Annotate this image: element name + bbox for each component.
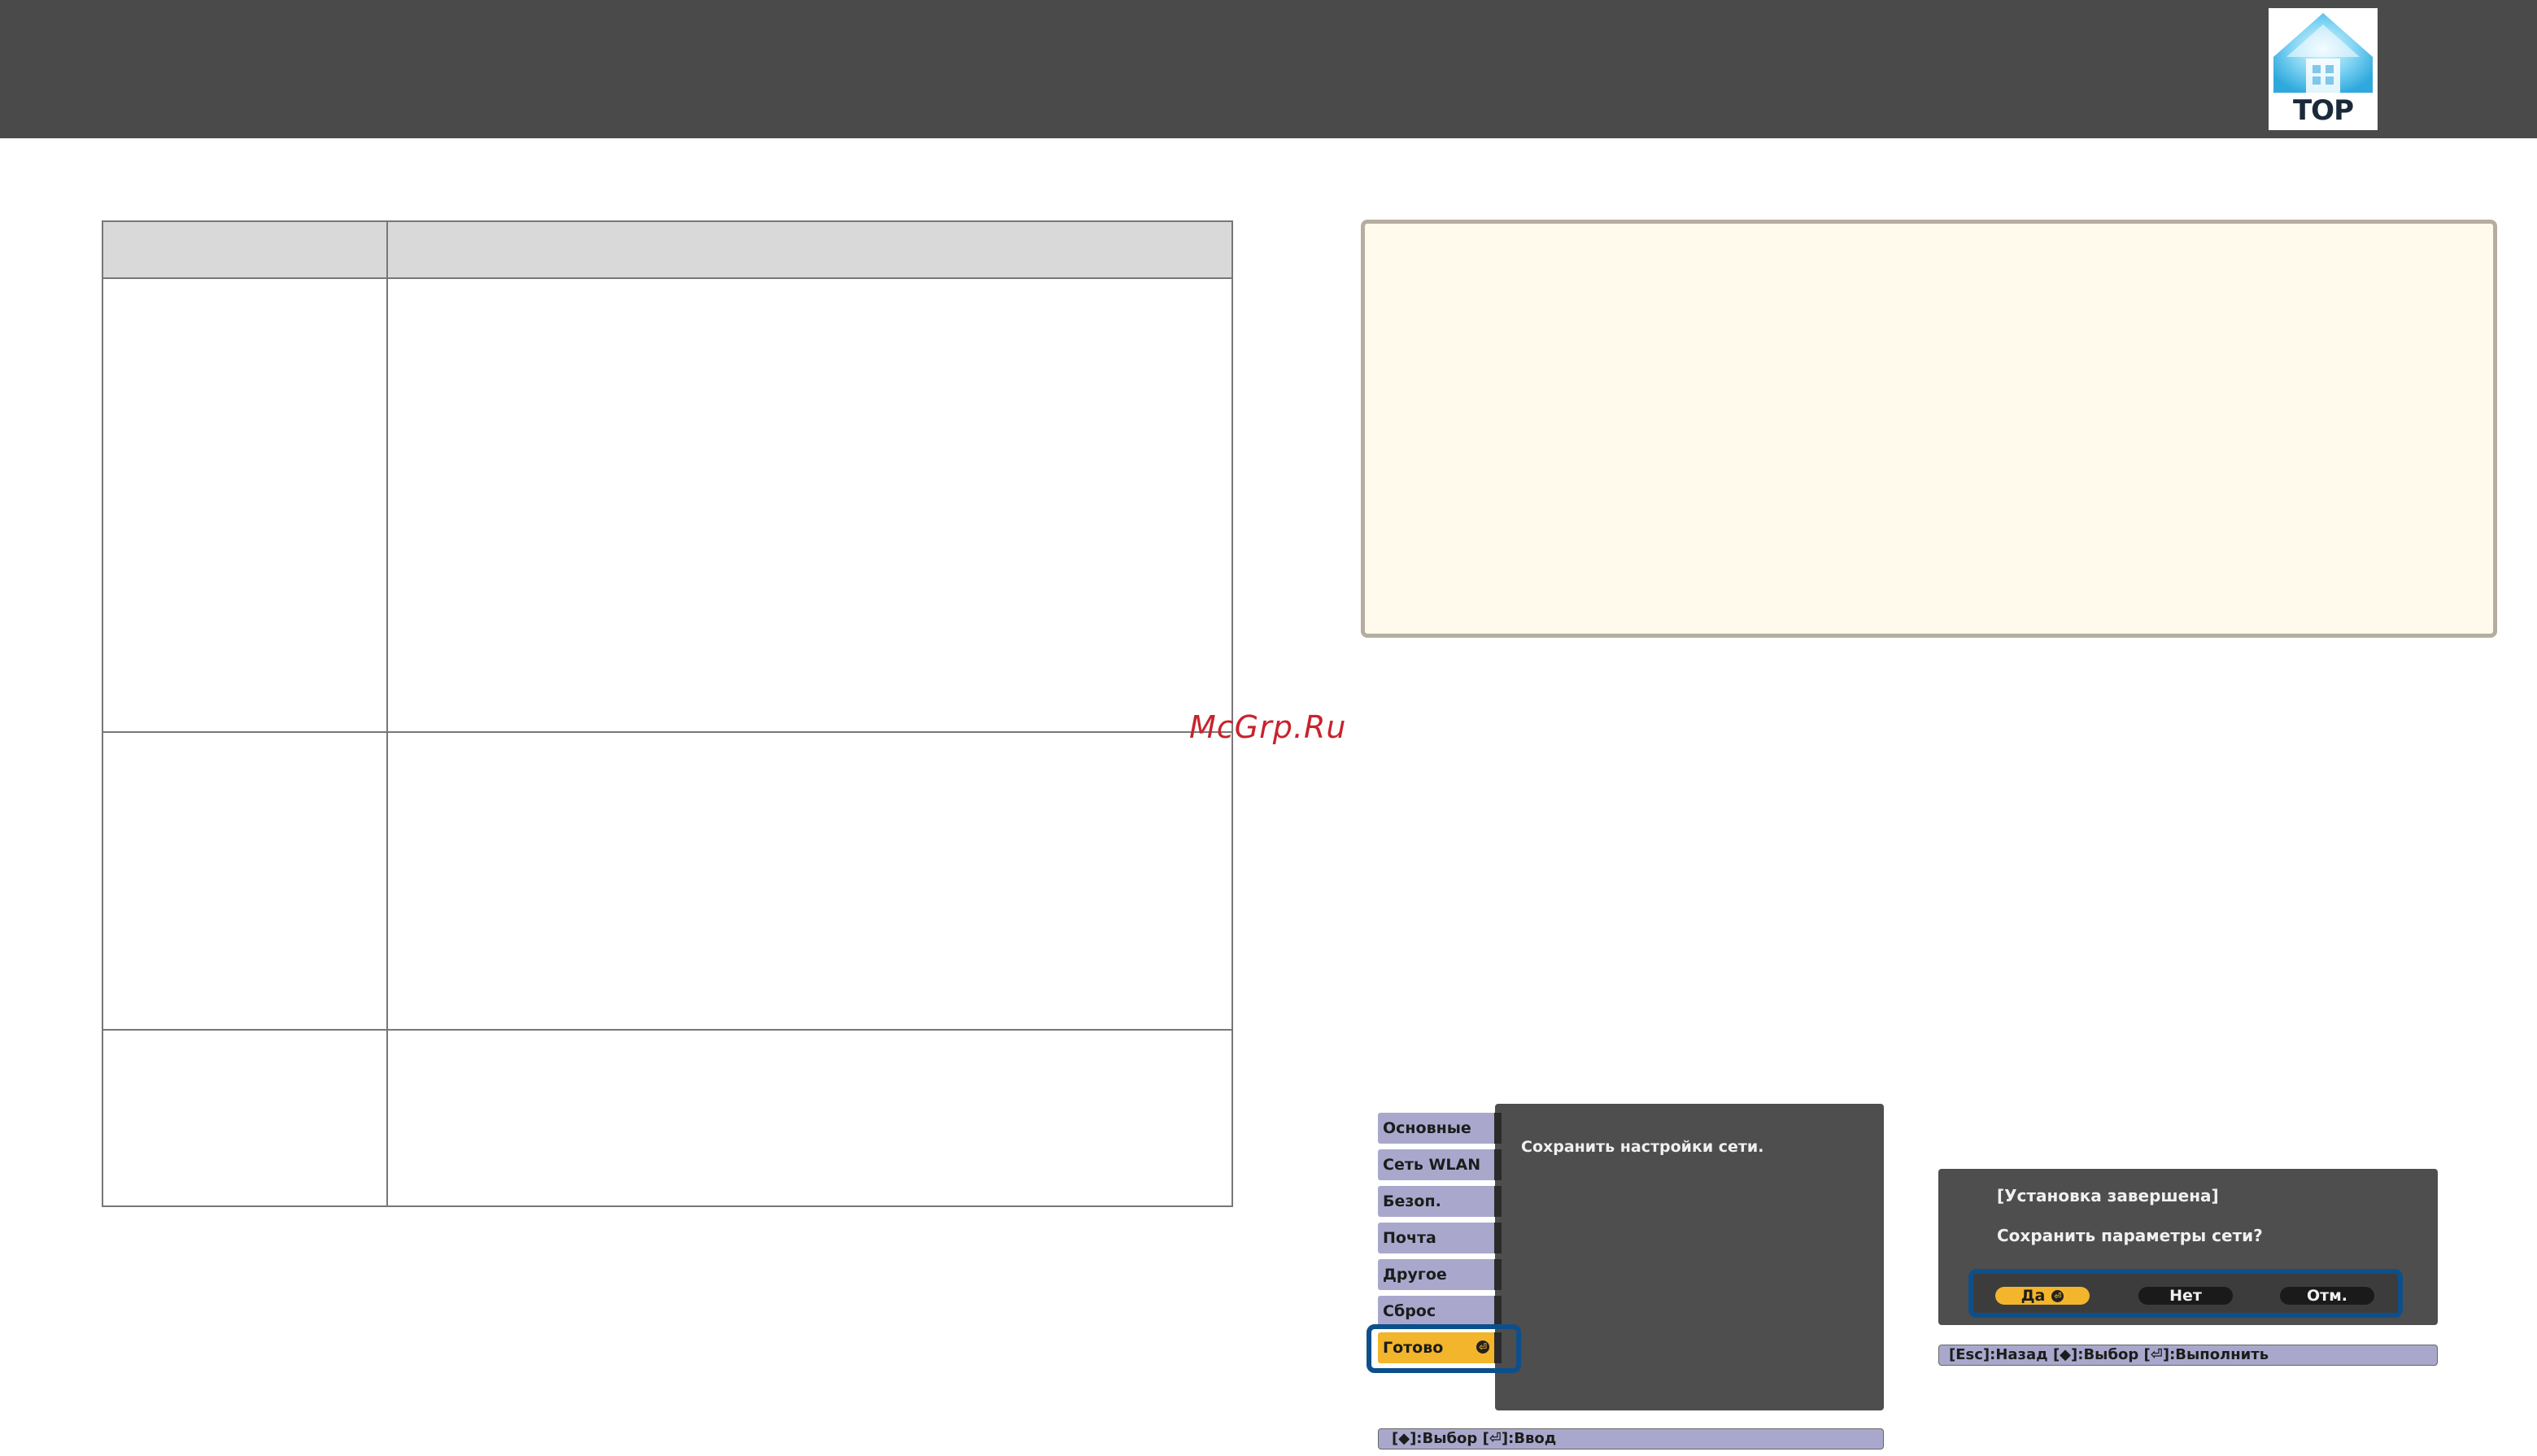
table-header-row: [103, 222, 1231, 279]
menu-tab-reset[interactable]: Сброс: [1378, 1296, 1502, 1327]
yes-button-label: Да: [2020, 1287, 2046, 1305]
enter-icon: ⏎: [2051, 1290, 2064, 1302]
menu-tab-basic[interactable]: Основные: [1378, 1113, 1502, 1144]
menu-message: Сохранить настройки сети.: [1521, 1138, 1764, 1156]
no-button[interactable]: Нет: [2138, 1287, 2233, 1305]
menu-tab-other[interactable]: Другое: [1378, 1259, 1502, 1290]
menu-tab-mail[interactable]: Почта: [1378, 1223, 1502, 1253]
table-row-divider: [103, 731, 1231, 733]
menu-focus-highlight: [1367, 1324, 1521, 1373]
cancel-button[interactable]: Отм.: [2280, 1287, 2374, 1305]
dialog-title: [Установка завершена]: [1997, 1186, 2219, 1205]
dialog-question: Сохранить параметры сети?: [1997, 1226, 2263, 1245]
dialog-help-bar: [Esc]:Назад [◆]:Выбор [⏎]:Выполнить: [1938, 1345, 2438, 1366]
menu-tab-security[interactable]: Безоп.: [1378, 1186, 1502, 1217]
menu-help-bar: [◆]:Выбор [⏎]:Ввод: [1378, 1428, 1884, 1449]
note-box: [1361, 220, 2497, 638]
table-column-divider: [386, 222, 388, 1205]
menu-tab-wlan[interactable]: Сеть WLAN: [1378, 1149, 1502, 1180]
table-row-divider: [103, 1029, 1231, 1031]
yes-button[interactable]: Да ⏎: [1995, 1287, 2090, 1305]
settings-table: [102, 220, 1233, 1207]
top-logo-text: TOP: [2292, 94, 2354, 127]
header-bar: [0, 0, 2537, 138]
top-link[interactable]: TOP: [2269, 8, 2378, 130]
watermark: McGrp.Ru: [1189, 709, 1347, 745]
